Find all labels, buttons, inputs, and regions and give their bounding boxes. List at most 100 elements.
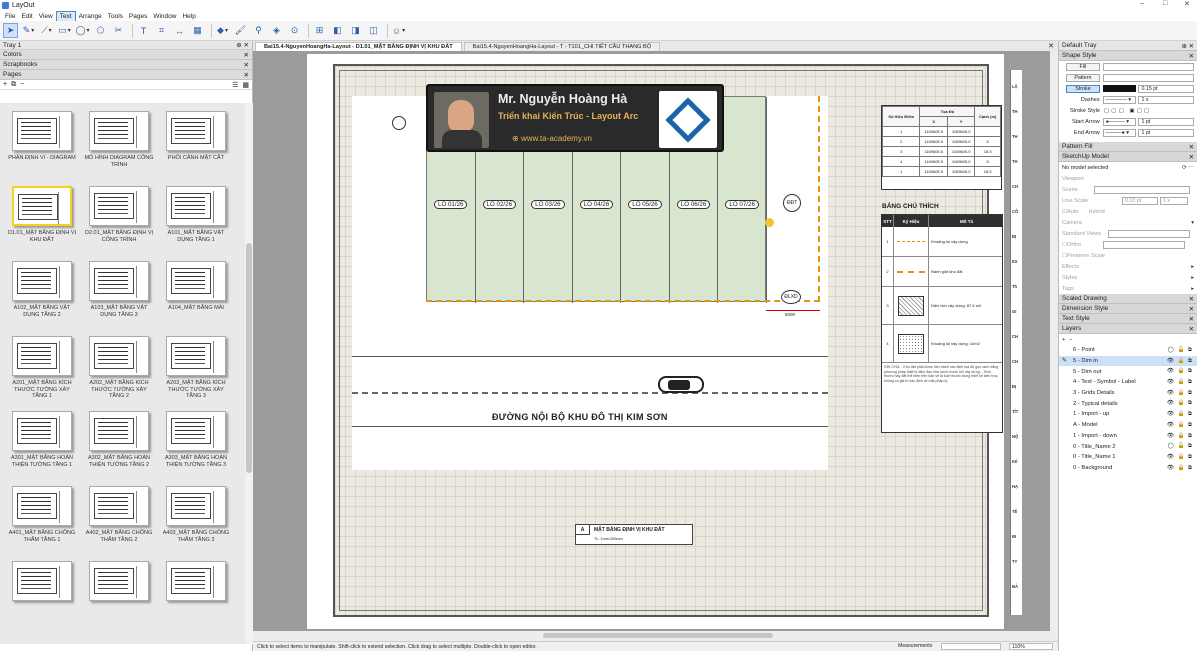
dimension-style-header[interactable]: Dimension Style ✕ [1059,304,1197,314]
account-icon[interactable]: ☺ [391,23,406,38]
page-thumbnail[interactable]: PHÂN ĐỊNH VI - DIAGRAM [6,111,78,162]
close-icon[interactable]: ✕ [1189,295,1194,303]
section-colors[interactable]: Colors ✕ [0,50,252,60]
layer-item[interactable]: A - Model 👁 🔒 ⧉ [1059,420,1197,431]
add-page-icon[interactable]: ⊞ [312,23,327,38]
presentation-icon[interactable]: ◫ [366,23,381,38]
pattern-button[interactable]: Pattern [1066,73,1100,82]
expand-icon[interactable]: ▸ [1191,264,1194,270]
page-thumbnail[interactable]: A302_MẶT BẰNG HOÀN THIỆN TƯỜNG TẦNG 2 [83,411,155,468]
stroke-button[interactable]: Stroke [1066,84,1100,93]
fill-swatch[interactable] [1102,62,1194,71]
next-page-icon[interactable]: ◨ [348,23,363,38]
page-thumbnail[interactable]: D2.01_MẶT BẰNG ĐỊNH VỊ CÔNG TRÌNH [83,186,155,243]
circle-icon[interactable]: ◯ [75,23,90,38]
pencil-icon[interactable]: ✎ [21,23,36,38]
layer-item[interactable]: 2 - Typical details 👁 🔒 ⧉ [1059,398,1197,409]
scaled-drawing-header[interactable]: Scaled Drawing ✕ [1059,294,1197,304]
layer-visibility-lock-icons[interactable]: 👁 🔒 ⧉ [1167,465,1193,472]
page-thumbnail[interactable] [160,561,232,605]
document-tab[interactable]: Bai15.4-NguyenHoangHa-Layout - D1.01_MẶT… [255,42,462,51]
menu-item-arrange[interactable]: Arrange [76,12,105,21]
minimize-button[interactable]: – [1140,0,1144,7]
label-icon[interactable]: ⌗ [154,23,169,38]
split-icon[interactable]: ✂ [111,23,126,38]
text-icon[interactable]: T [136,23,151,38]
close-icon[interactable]: ✕ [1189,52,1194,60]
add-layer-icon[interactable]: + [1062,337,1065,343]
page-thumbnail[interactable]: A303_MẶT BẰNG HOÀN THIỆN TƯỜNG TẦNG 3 [160,411,232,468]
pattern-swatch[interactable] [1102,73,1194,82]
line-icon[interactable]: ⟋ [39,23,54,38]
refresh-icon[interactable]: ⟳ ⋯ [1182,165,1194,171]
line-scale-field[interactable]: 0.10 pt [1122,196,1158,205]
paper-sheet[interactable]: LÔ 01/26 LÔ 02/26 LÔ 03/26 LÔ 04/26 LÔ 05/26… [307,54,1022,629]
stroke-width-field[interactable]: 0.15 pt [1138,84,1195,93]
stroke-color-swatch[interactable] [1102,85,1137,92]
layer-item[interactable]: 1 - Import - up 👁 🔒 ⧉ [1059,409,1197,420]
dashes-select[interactable]: ———— ▾ [1102,95,1137,104]
start-arrow-size[interactable]: 1 pt [1138,117,1194,126]
page-thumbnail[interactable]: A101_MẶT BẰNG VẬT DỤNG TẦNG 1 [160,186,232,243]
layer-visibility-lock-icons[interactable]: 👁 🔒 ⧉ [1167,422,1193,429]
close-window-button[interactable]: ✕ [1184,0,1190,8]
fill-button[interactable]: Fill [1066,62,1100,71]
line-scale-x-field[interactable]: 1 x [1160,196,1188,205]
camera-expand-icon[interactable]: ▾ [1191,220,1194,226]
close-icon[interactable]: ✕ [1189,325,1194,333]
eraser-icon[interactable]: ◆ [215,23,230,38]
end-arrow-size[interactable]: 1 pt [1138,128,1194,137]
end-arrow-select[interactable]: ———● ▾ [1102,128,1137,137]
expand-icon[interactable]: ▸ [1191,286,1194,292]
sample-icon[interactable]: ⚲ [251,23,266,38]
layer-visibility-lock-icons[interactable]: 👁 🔒 ⧉ [1167,358,1193,365]
close-tab-icon[interactable]: ✕ [1048,42,1054,50]
document-tab[interactable]: Bai15.4-NguyenHoangHa-Layout - T - T101_… [463,42,661,51]
scene-select[interactable] [1094,185,1190,194]
scrollbar-thumb[interactable] [543,633,773,638]
layer-item[interactable]: 4 - Text - Symbol - Label 👁 🔒 ⧉ [1059,377,1197,388]
pin-close-icon[interactable]: ⊕ ✕ [1182,42,1195,50]
layer-visibility-lock-icons[interactable]: ◯ 🔓 ⧉ [1168,347,1193,354]
page-thumbnail[interactable]: A103_MẶT BẰNG VẬT DỤNG TẦNG 3 [83,261,155,318]
shape-style-header[interactable]: Shape Style ✕ [1059,51,1197,61]
sketchup-model-header[interactable]: SketchUp Model ✕ [1059,152,1197,162]
zoom-select[interactable]: 110% [1009,643,1053,650]
layer-item[interactable]: ✎ 5 - Dim in 👁 🔒 ⧉ [1059,355,1197,367]
layer-item[interactable]: 0 - Background 👁 🔒 ⧉ [1059,463,1197,474]
pattern-fill-header[interactable]: Pattern Fill ✕ [1059,142,1197,152]
expand-icon[interactable]: ▸ [1191,275,1194,281]
view-icon[interactable]: ⊙ [287,23,302,38]
canvas-horizontal-scrollbar[interactable] [253,631,1058,641]
tags-row[interactable]: Tags ▸ [1059,283,1197,294]
close-icon[interactable]: ✕ [1189,305,1194,313]
close-icon[interactable]: ✕ [244,51,249,59]
page-thumbnail[interactable]: A104_MẶT BẰNG MÁI [160,261,232,312]
tray-pin-icon[interactable]: ⊕ ✕ [236,41,249,49]
text-style-header[interactable]: Text Style ✕ [1059,314,1197,324]
effects-row[interactable]: Effects ▸ [1059,261,1197,272]
section-pages[interactable]: Pages ✕ [0,70,252,80]
canvas-vertical-scrollbar[interactable] [1050,51,1058,631]
page-thumbnail[interactable] [83,561,155,605]
styles-row[interactable]: Styles ▸ [1059,272,1197,283]
menu-item-pages[interactable]: Pages [126,12,150,21]
duplicate-page-icon[interactable]: ⧉ [11,81,16,89]
layers-header[interactable]: Layers ✕ [1059,324,1197,334]
layer-visibility-lock-icons[interactable]: 👁 🔒 ⧉ [1167,411,1193,418]
delete-page-icon[interactable]: − [20,81,24,88]
list-view-icon[interactable]: ☰ [232,81,238,89]
layer-visibility-lock-icons[interactable]: 👁 🔒 ⧉ [1167,454,1193,461]
close-icon[interactable]: ✕ [1189,143,1194,151]
menu-item-file[interactable]: File [2,12,18,21]
menu-item-text[interactable]: Text [55,10,76,22]
ortho-scale-select[interactable] [1103,240,1186,249]
prev-page-icon[interactable]: ◧ [330,23,345,38]
layer-item[interactable]: 5 - Dim out 👁 🔒 ⧉ [1059,366,1197,377]
layer-item[interactable]: 3 - Grids Details 👁 🔒 ⧉ [1059,388,1197,399]
start-arrow-select[interactable]: ●——— ▾ [1102,117,1137,126]
menu-item-tools[interactable]: Tools [105,12,126,21]
layer-visibility-lock-icons[interactable]: 👁 🔒 ⧉ [1167,379,1193,386]
menu-item-view[interactable]: View [36,12,56,21]
menu-item-help[interactable]: Help [179,12,198,21]
